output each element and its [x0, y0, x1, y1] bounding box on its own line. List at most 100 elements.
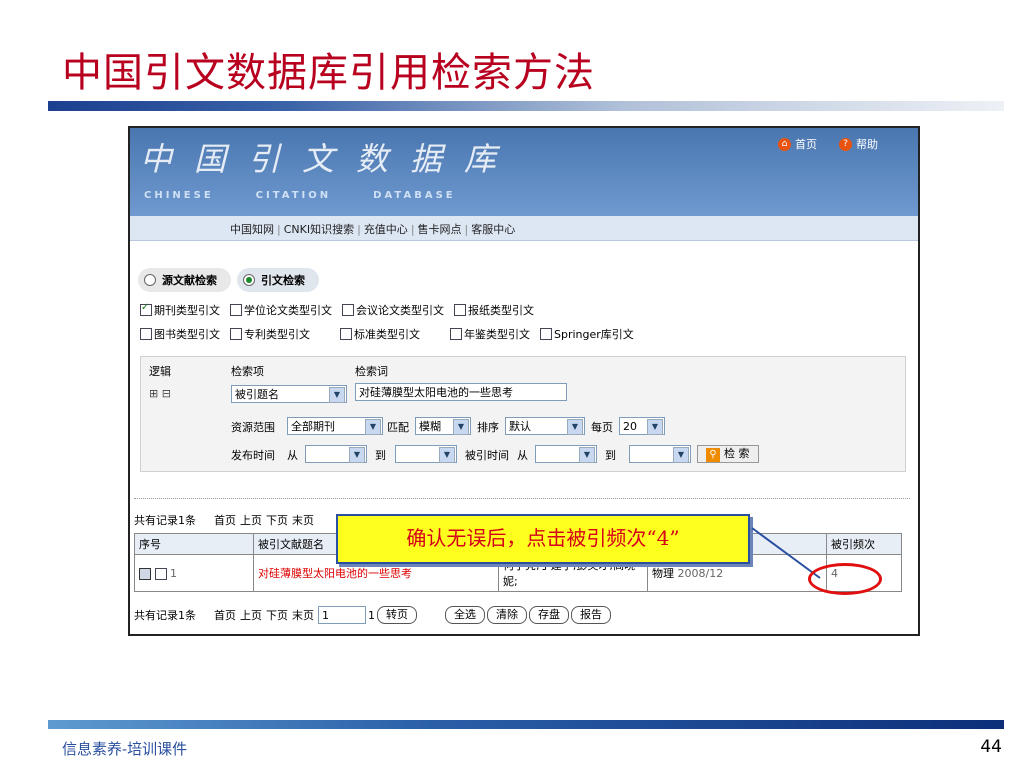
pubtime-to-select[interactable]: ▼: [395, 445, 457, 463]
home-link-label: 首页: [795, 138, 817, 151]
nav-link[interactable]: CNKI知识搜索: [284, 223, 354, 236]
last-page-link[interactable]: 末页: [292, 607, 314, 623]
search-icon: ⚲: [706, 448, 720, 462]
checkbox-icon: [230, 328, 242, 340]
chevron-down-icon: ▼: [329, 387, 345, 403]
title-underline: [48, 101, 1004, 111]
scope-label: 资源范围: [231, 421, 275, 434]
chevron-down-icon: ▼: [579, 447, 595, 463]
search-panel: 逻辑 检索项 检索词 ⊞ ⊟ 被引题名 ▼ 对硅薄膜型太阳电池的一些思考 资源范围…: [140, 356, 906, 472]
field-header: 检索项: [231, 365, 264, 378]
scope-select[interactable]: 全部期刊 ▼: [287, 417, 383, 435]
chevron-down-icon: ▼: [439, 447, 455, 463]
checkbox-springer[interactable]: Springer库引文: [540, 326, 634, 342]
checkbox-checked-icon: [140, 302, 152, 316]
row-year: 2008/12: [677, 567, 724, 580]
tab-source-search[interactable]: 源文献检索: [138, 268, 231, 292]
next-page-link[interactable]: 下页: [266, 607, 288, 623]
report-button[interactable]: 报告: [571, 606, 611, 624]
from-label: 从: [287, 449, 298, 462]
pubtime-from-select[interactable]: ▼: [305, 445, 367, 463]
checkbox-icon: [540, 328, 552, 340]
to-label: 到: [375, 449, 386, 462]
checkbox-conference[interactable]: 会议论文类型引文: [342, 302, 444, 318]
select-all-button[interactable]: 全选: [445, 606, 485, 624]
logic-header: 逻辑: [149, 365, 171, 378]
divider: [134, 498, 910, 499]
checkbox-label: 期刊类型引文: [154, 304, 220, 317]
first-page-link[interactable]: 首页: [214, 512, 236, 528]
checkbox-newspaper[interactable]: 报纸类型引文: [454, 302, 534, 318]
sort-select[interactable]: 默认 ▼: [505, 417, 585, 435]
banner-logo-cn: 中国引文数据库: [140, 140, 519, 178]
first-page-link[interactable]: 首页: [214, 607, 236, 623]
page-number: 44: [980, 737, 1002, 757]
nav-link[interactable]: 客服中心: [471, 223, 515, 236]
checkbox-book[interactable]: 图书类型引文: [140, 326, 220, 342]
checkbox-label: 专利类型引文: [244, 328, 310, 341]
to-label: 到: [605, 449, 616, 462]
search-button-label: 检 索: [724, 447, 750, 460]
highlight-ellipse: [808, 563, 882, 595]
row-source[interactable]: 物理: [652, 567, 674, 580]
document-icon[interactable]: [139, 567, 151, 580]
checkbox-icon: [340, 328, 352, 340]
next-page-link[interactable]: 下页: [266, 512, 288, 528]
cited-to-select[interactable]: ▼: [629, 445, 691, 463]
expand-collapse-icons[interactable]: ⊞ ⊟: [149, 387, 171, 400]
instruction-callout: 确认无误后，点击被引频次“4”: [336, 514, 750, 564]
banner: 中国引文数据库 CHINESE CITATION DATABASE ⌂ 首页 ? 帮…: [130, 128, 918, 216]
nav-link[interactable]: 售卡网点: [418, 223, 462, 236]
field-select[interactable]: 被引题名 ▼: [231, 385, 347, 403]
save-button[interactable]: 存盘: [529, 606, 569, 624]
from-label: 从: [517, 449, 528, 462]
checkbox-yearbook[interactable]: 年鉴类型引文: [450, 326, 530, 342]
cited-time-label: 被引时间: [465, 449, 509, 462]
sort-label: 排序: [477, 421, 499, 434]
checkbox-patent[interactable]: 专利类型引文: [230, 326, 310, 342]
search-term-input[interactable]: 对硅薄膜型太阳电池的一些思考: [355, 383, 567, 401]
home-link[interactable]: ⌂ 首页: [778, 136, 817, 152]
field-select-value: 被引题名: [235, 388, 279, 401]
term-header: 检索词: [355, 365, 388, 378]
row-checkbox[interactable]: [154, 567, 167, 580]
checkbox-thesis[interactable]: 学位论文类型引文: [230, 302, 332, 318]
chevron-down-icon: ▼: [647, 419, 663, 435]
total-records: 共有记录1条: [134, 609, 196, 622]
row-no-cell: 1: [134, 554, 254, 592]
search-button[interactable]: ⚲ 检 索: [697, 445, 759, 463]
checkbox-label: 报纸类型引文: [468, 304, 534, 317]
nav-links: 中国知网 | CNKI知识搜索 | 充值中心 | 售卡网点 | 客服中心: [230, 223, 516, 236]
go-page-button[interactable]: 转页: [377, 606, 417, 624]
per-page-label: 每页: [591, 421, 613, 434]
banner-en-word: DATABASE: [373, 190, 456, 201]
match-label: 匹配: [387, 421, 409, 434]
prev-page-link[interactable]: 上页: [240, 607, 262, 623]
tab-citation-search[interactable]: 引文检索: [237, 268, 319, 292]
per-page-value: 20: [623, 420, 637, 433]
last-page-link[interactable]: 末页: [292, 512, 314, 528]
row-title-link[interactable]: 对硅薄膜型太阳电池的一些思考: [258, 567, 412, 580]
search-mode-tabs: 源文献检索 引文检索: [138, 268, 319, 292]
nav-link[interactable]: 中国知网: [230, 223, 274, 236]
match-select[interactable]: 模糊 ▼: [415, 417, 471, 435]
checkbox-label: 标准类型引文: [354, 328, 420, 341]
prev-page-link[interactable]: 上页: [240, 512, 262, 528]
clear-button[interactable]: 清除: [487, 606, 527, 624]
checkbox-icon: [342, 304, 354, 316]
tab-label: 引文检索: [261, 274, 305, 287]
per-page-select[interactable]: 20 ▼: [619, 417, 665, 435]
nav-link[interactable]: 充值中心: [364, 223, 408, 236]
cited-from-select[interactable]: ▼: [535, 445, 597, 463]
home-icon: ⌂: [778, 137, 791, 151]
checkbox-icon: [454, 304, 466, 316]
banner-logo-en: CHINESE CITATION DATABASE: [144, 190, 498, 201]
sort-select-value: 默认: [509, 420, 531, 433]
checkbox-standard[interactable]: 标准类型引文: [340, 326, 420, 342]
page-number-input[interactable]: 1: [318, 606, 366, 624]
radio-icon: [144, 274, 156, 286]
checkbox-journal[interactable]: 期刊类型引文: [140, 302, 220, 318]
help-link[interactable]: ? 帮助: [839, 136, 878, 152]
footer-bar: [48, 720, 1004, 729]
type-checkbox-row: 图书类型引文 专利类型引文 标准类型引文 年鉴类型引文 Springer库引文: [140, 326, 644, 342]
